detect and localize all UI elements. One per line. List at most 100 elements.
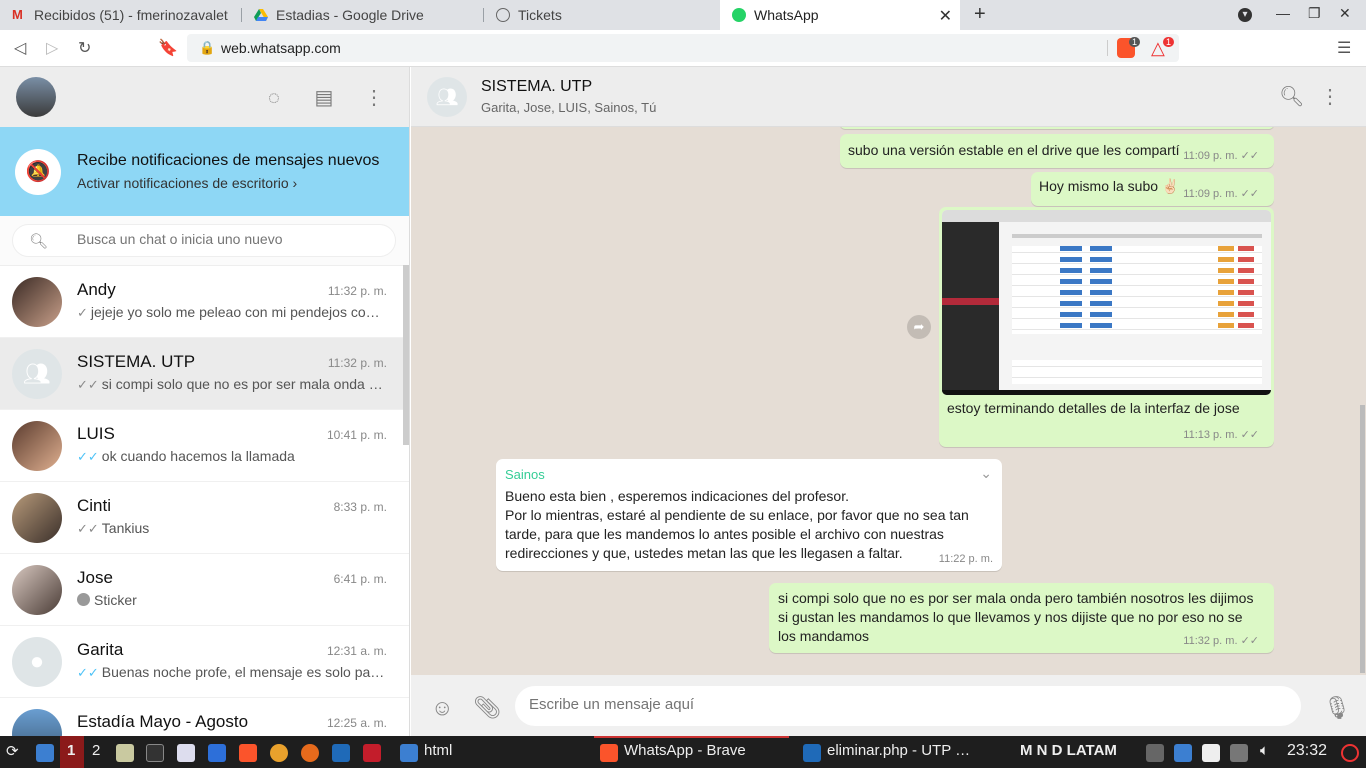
tab-drive[interactable]: Estadias - Google Drive [242,0,482,30]
url-text: web.whatsapp.com [221,40,341,56]
avatar [12,565,62,615]
chat-item-garita[interactable]: ● Garita 12:31 a. m. ✓✓ Buenas noche prof… [0,626,409,698]
tab-strip: M Recibidos (51) - fmerinozavalet Estadi… [0,0,1366,30]
profile-avatar[interactable] [16,77,56,117]
menu-dots-icon[interactable]: ⋮ [1319,86,1341,108]
chat-item-estadia[interactable]: Estadía Mayo - Agosto 12:25 a. m. [0,698,409,736]
chat-list-panel: ◌ ▤ ⋮ 🔕 Recibe notificaciones de mensaje… [0,67,410,736]
image-message-bubble[interactable]: estoy terminando detalles de la interfaz… [939,207,1274,447]
bookmark-icon[interactable]: 🔖 [158,38,178,58]
menu-dots-icon[interactable]: ⋮ [363,87,385,109]
chat-list-scrollbar[interactable] [403,265,409,445]
search-icon: 🔍︎ [29,233,49,250]
brave-icon[interactable] [239,744,257,762]
conversation-members: Garita, Jose, LUIS, Sainos, Tú [481,100,657,115]
globe-icon [496,8,510,22]
screenshot-thumbnail[interactable] [942,210,1271,395]
avatar [12,709,62,736]
default-avatar-icon: ● [12,637,62,687]
power-icon[interactable] [1341,744,1359,762]
conversation-title: SISTEMA. UTP [481,78,593,95]
close-window-icon[interactable]: ✕ [1339,5,1351,22]
volume-icon[interactable]: 🔈︎ [1260,742,1269,759]
sender-name: Sainos [505,467,545,482]
drive-icon [254,8,268,22]
read-tick-icon: ✓✓ [77,665,99,680]
read-tick-icon: ✓✓ [77,449,99,464]
microphone-icon[interactable]: 🎙︎ [1323,695,1351,721]
chat-item-andy[interactable]: Andy 11:32 p. m. ✓ jejeje yo solo me pele… [0,266,409,338]
minimize-icon[interactable]: — [1276,5,1290,21]
battery-icon[interactable] [1230,744,1248,762]
tab-gmail[interactable]: M Recibidos (51) - fmerinozavalet [0,0,240,30]
message-bubble-partial [840,127,1274,129]
forward-icon[interactable]: ▷ [46,38,58,58]
new-chat-icon[interactable]: ▤ [313,87,335,109]
url-box[interactable]: 🔒 web.whatsapp.com 1 △ 1 [187,34,1179,62]
avatar [12,277,62,327]
forward-icon[interactable]: ➦ [907,315,931,339]
group-avatar-icon: 👥︎ [12,349,62,399]
network-icon[interactable] [1146,744,1164,762]
new-tab-icon[interactable]: + [974,3,986,26]
gmail-icon: M [12,7,23,22]
chrome-icon[interactable] [270,744,288,762]
taskbar-item-whatsapp[interactable]: WhatsApp - Brave [594,736,789,768]
files-icon[interactable] [116,744,134,762]
search-icon[interactable]: 🔍︎ [1279,86,1304,108]
delivered-tick-icon: ✓✓ [77,521,99,536]
search-input[interactable] [77,231,377,247]
conversation-panel: 👥︎ SISTEMA. UTP Garita, Jose, LUIS, Sain… [411,67,1366,736]
tab-whatsapp[interactable]: WhatsApp ✕ [720,0,960,30]
taskbar-item-vscode[interactable]: eliminar.php - UTP … [797,736,997,768]
editor-icon[interactable] [177,744,195,762]
reload-icon[interactable]: ↻ [78,38,91,58]
restore-icon[interactable]: ❐ [1308,5,1321,22]
emoji-icon[interactable]: ☺ [431,695,453,721]
terminal-icon[interactable] [146,744,164,762]
workspace-1[interactable]: 1 [67,742,75,759]
notification-icon[interactable] [1174,744,1192,762]
message-input[interactable] [529,696,1229,713]
status-icon[interactable]: ◌ [263,87,285,109]
taskbar: ⟳ 1 2 html WhatsApp - Brave eliminar.php… [0,736,1366,768]
incoming-message-bubble[interactable]: Sainos ⌄ Bueno esta bien , esperemos ind… [496,459,1002,571]
chat-item-sistema-utp[interactable]: 👥︎ SISTEMA. UTP 11:32 p. m. ✓✓ si compi s… [0,338,409,410]
sidebar-header: ◌ ▤ ⋮ [0,67,409,127]
enable-notifications-link[interactable]: Activar notificaciones de escritorio › [77,175,297,191]
keyboard-layout[interactable]: M N D LATAM [1020,742,1117,759]
workspace-2[interactable]: 2 [92,742,100,759]
address-bar-row: ◁ ▷ ↻ 🔖 🔒 web.whatsapp.com 1 △ 1 ☰ [0,30,1366,67]
message-bubble[interactable]: si compi solo que no es por ser mala ond… [769,583,1274,653]
notification-banner[interactable]: 🔕 Recibe notificaciones de mensajes nuev… [0,127,409,216]
delivered-tick-icon: ✓✓ [77,377,99,392]
start-menu-icon[interactable]: ⟳ [6,742,19,760]
conversation-header[interactable]: 👥︎ SISTEMA. UTP Garita, Jose, LUIS, Sain… [411,67,1366,127]
chat-item-cinti[interactable]: Cinti 8:33 p. m. ✓✓ Tankius [0,482,409,554]
tab-tickets[interactable]: Tickets [484,0,720,30]
writer-icon[interactable] [208,744,226,762]
chevron-down-icon[interactable]: ⌄ [980,465,992,482]
desktop-icon[interactable] [36,744,54,762]
avatar [12,493,62,543]
folder-icon [400,744,418,762]
message-bubble[interactable]: Hoy mismo la subo ✌🏻 11:09 p. m. ✓✓ [1031,172,1274,206]
vscode-icon[interactable] [332,744,350,762]
menu-icon[interactable]: ☰ [1337,38,1351,58]
taskbar-html[interactable]: html [424,742,452,759]
tab-search-icon[interactable]: ▾ [1238,8,1252,22]
chat-item-luis[interactable]: LUIS 10:41 p. m. ✓✓ ok cuando hacemos la … [0,410,409,482]
message-scrollbar[interactable] [1360,405,1365,673]
firefox-icon[interactable] [301,744,319,762]
back-icon[interactable]: ◁ [14,38,26,58]
message-bubble[interactable]: subo una versión estable en el drive que… [840,134,1274,168]
clock[interactable]: 23:32 [1287,742,1327,760]
sticker-icon [77,593,90,606]
xampp-icon[interactable] [363,744,381,762]
clipboard-icon[interactable] [1202,744,1220,762]
avatar [12,421,62,471]
attach-icon[interactable]: 📎︎ [473,695,501,721]
chat-item-jose[interactable]: Jose 6:41 p. m. Sticker [0,554,409,626]
group-avatar-icon: 👥︎ [427,77,467,117]
close-tab-icon[interactable]: ✕ [939,6,952,26]
